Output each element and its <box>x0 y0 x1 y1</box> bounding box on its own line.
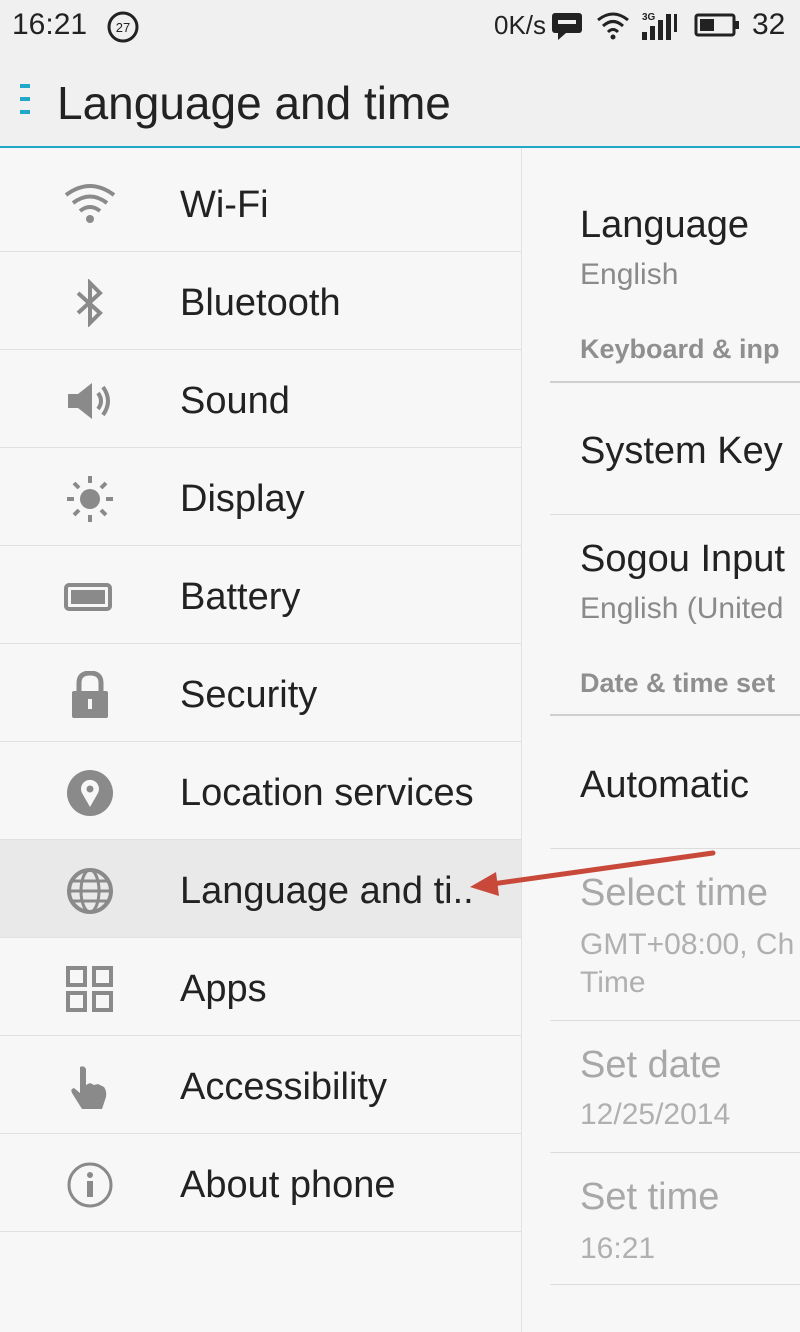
row-divider <box>550 848 800 849</box>
status-bar: 16:21 27 0K/s 3G 32 <box>0 0 800 52</box>
nav-item-label: Accessibility <box>180 1066 387 1108</box>
net-speed: 0K/s <box>494 10 547 40</box>
svg-text:27: 27 <box>116 20 130 35</box>
lock-icon <box>72 671 108 718</box>
set-date-title: Set date <box>580 1044 722 1086</box>
battery-status-icon <box>694 13 739 37</box>
settings-nav: Wi-Fi Bluetooth Sound Display Battery Se… <box>0 148 522 1332</box>
action-bar: Language and time <box>0 52 800 148</box>
hand-pointer-icon <box>71 1066 107 1109</box>
nav-item-label: Apps <box>180 968 267 1010</box>
nav-item-apps[interactable]: Apps <box>0 938 521 1036</box>
row-divider <box>550 514 800 515</box>
brightness-icon <box>67 476 113 522</box>
globe-icon <box>67 868 113 914</box>
set-time-value: 16:21 <box>580 1232 656 1265</box>
message-icon <box>552 13 582 40</box>
wifi-icon <box>597 12 629 40</box>
svg-text:3G: 3G <box>642 12 656 23</box>
menu-icon[interactable] <box>18 82 34 116</box>
nav-item-sound[interactable]: Sound <box>0 350 521 448</box>
nav-item-accessibility[interactable]: Accessibility <box>0 1036 521 1134</box>
nav-item-wifi[interactable]: Wi-Fi <box>0 154 521 252</box>
select-time-title: Select time <box>580 872 768 914</box>
select-time-value-line2: Time <box>580 966 646 999</box>
nav-item-about-phone[interactable]: About phone <box>0 1134 521 1232</box>
location-pin-icon <box>67 770 113 816</box>
system-keyboard-title[interactable]: System Key <box>580 430 783 473</box>
section-divider <box>550 381 800 383</box>
keyboard-section-header: Keyboard & inp <box>580 334 780 364</box>
sogou-input-title[interactable]: Sogou Input <box>580 538 785 581</box>
battery-percent: 32 <box>752 8 786 41</box>
nav-item-label: Battery <box>180 576 301 618</box>
status-time: 16:21 <box>12 8 88 41</box>
datetime-section-header: Date & time set <box>580 668 776 698</box>
nav-item-display[interactable]: Display <box>0 448 521 546</box>
notification-badge-icon: 27 <box>107 11 139 43</box>
detail-pane: Language English Keyboard & inp System K… <box>522 148 800 1332</box>
nav-item-bluetooth[interactable]: Bluetooth <box>0 252 521 350</box>
nav-item-language-time[interactable]: Language and ti.. <box>0 840 521 938</box>
set-time-title: Set time <box>580 1176 720 1218</box>
battery-icon <box>64 583 112 611</box>
nav-item-label: Bluetooth <box>180 282 341 324</box>
nav-item-label: Location services <box>180 772 474 814</box>
nav-item-security[interactable]: Security <box>0 644 521 742</box>
info-icon <box>67 1162 113 1208</box>
select-time-value: GMT+08:00, Ch <box>580 928 795 961</box>
nav-item-label: Display <box>180 478 305 520</box>
row-divider <box>550 1152 800 1153</box>
set-date-value: 12/25/2014 <box>580 1098 731 1131</box>
wifi-icon <box>64 184 116 223</box>
speaker-icon <box>68 383 110 419</box>
nav-item-label: Sound <box>180 380 290 422</box>
sogou-input-value: English (United <box>580 592 784 625</box>
section-divider <box>550 714 800 716</box>
nav-item-label: About phone <box>180 1164 396 1206</box>
apps-grid-icon <box>66 966 113 1012</box>
language-value: English <box>580 258 679 291</box>
nav-item-label: Wi-Fi <box>180 184 269 226</box>
nav-item-label: Security <box>180 674 318 716</box>
nav-item-label: Language and ti.. <box>180 870 474 912</box>
nav-item-battery[interactable]: Battery <box>0 546 521 644</box>
page-title: Language and time <box>57 77 451 129</box>
automatic-title[interactable]: Automatic <box>580 764 749 807</box>
nav-item-location[interactable]: Location services <box>0 742 521 840</box>
row-divider <box>550 1284 800 1285</box>
3g-signal-icon: 3G <box>642 12 677 40</box>
row-divider <box>550 1020 800 1021</box>
bluetooth-icon <box>76 279 103 327</box>
language-title[interactable]: Language <box>580 204 749 247</box>
